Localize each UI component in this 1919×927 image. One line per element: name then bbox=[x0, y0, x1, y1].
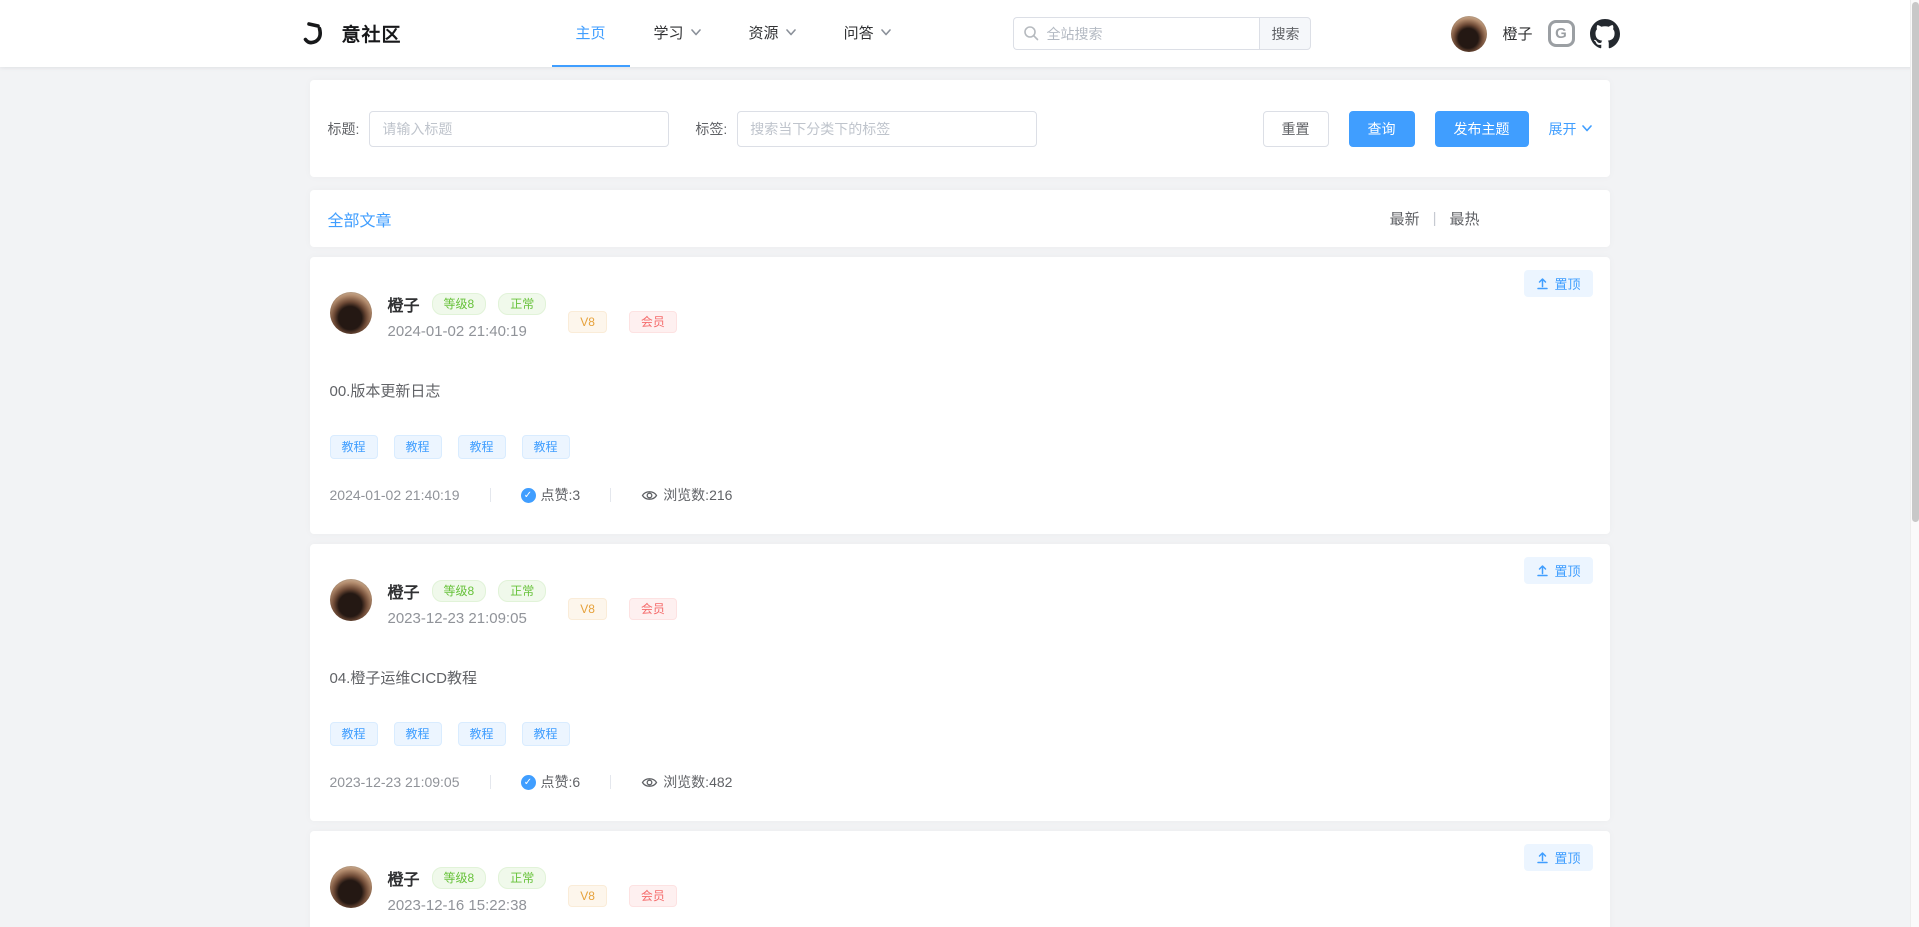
eye-icon bbox=[641, 776, 658, 789]
status-badge: 正常 bbox=[498, 867, 546, 889]
vip-badge: V8 bbox=[568, 885, 607, 907]
post-avatar[interactable] bbox=[330, 292, 372, 334]
filter-bar: 标题: 标签: 重置 查询 发布主题 展开 bbox=[310, 80, 1610, 177]
tag-filter-input[interactable] bbox=[737, 111, 1037, 147]
tag[interactable]: 教程 bbox=[522, 435, 570, 459]
pin-button[interactable]: 置顶 bbox=[1524, 557, 1592, 584]
sort-newest[interactable]: 最新 bbox=[1390, 208, 1420, 229]
vip-badge: V8 bbox=[568, 311, 607, 333]
user-name[interactable]: 橙子 bbox=[1502, 23, 1532, 44]
user-avatar[interactable] bbox=[1451, 16, 1487, 52]
footer-date: 2024-01-02 21:40:19 bbox=[330, 487, 460, 503]
post-datetime: 2024-01-02 21:40:19 bbox=[388, 323, 547, 340]
eye-icon bbox=[641, 489, 658, 502]
post-card: 置顶 橙子 等级8 正常 2024-01-02 21:40:19 V8 会员 0… bbox=[310, 257, 1610, 534]
pin-up-icon bbox=[1536, 851, 1549, 864]
views-stat: 浏览数:482 bbox=[641, 772, 732, 792]
title-filter-label: 标题: bbox=[328, 119, 360, 139]
chevron-down-icon bbox=[786, 29, 796, 36]
top-navbar: 意社区 主页 学习 资源 问答 bbox=[0, 0, 1919, 67]
gitee-icon[interactable]: G bbox=[1548, 20, 1575, 47]
brand-name: 意社区 bbox=[342, 20, 402, 47]
nav-item-qa[interactable]: 问答 bbox=[820, 0, 915, 67]
brand-logo-icon bbox=[300, 19, 330, 49]
post-author[interactable]: 橙子 bbox=[388, 292, 420, 316]
publish-topic-button[interactable]: 发布主题 bbox=[1435, 111, 1529, 147]
level-badge: 等级8 bbox=[432, 867, 487, 889]
level-badge: 等级8 bbox=[432, 293, 487, 315]
member-badge: 会员 bbox=[629, 311, 677, 333]
footer-divider bbox=[490, 488, 491, 502]
github-icon[interactable] bbox=[1590, 19, 1620, 49]
list-header: 全部文章 最新 | 最热 bbox=[310, 190, 1610, 247]
chevron-down-icon bbox=[691, 29, 701, 36]
sort-hottest[interactable]: 最热 bbox=[1449, 208, 1479, 229]
nav-item-learn[interactable]: 学习 bbox=[630, 0, 725, 67]
post-author[interactable]: 橙子 bbox=[388, 866, 420, 890]
post-avatar[interactable] bbox=[330, 579, 372, 621]
like-check-icon: ✓ bbox=[521, 488, 536, 503]
post-avatar[interactable] bbox=[330, 866, 372, 908]
post-tags: 教程 教程 教程 教程 bbox=[330, 722, 1590, 746]
tag[interactable]: 教程 bbox=[394, 722, 442, 746]
main-content: 标题: 标签: 重置 查询 发布主题 展开 全部文章 最新 | 最热 bbox=[310, 67, 1610, 927]
footer-divider bbox=[610, 488, 611, 502]
main-nav: 主页 学习 资源 问答 bbox=[552, 0, 915, 67]
level-badge: 等级8 bbox=[432, 580, 487, 602]
post-title[interactable]: 04.橙子运维CICD教程 bbox=[330, 667, 1590, 688]
views-stat: 浏览数:216 bbox=[641, 485, 732, 505]
expand-toggle[interactable]: 展开 bbox=[1549, 119, 1592, 139]
query-button[interactable]: 查询 bbox=[1349, 111, 1415, 147]
reset-button[interactable]: 重置 bbox=[1263, 111, 1329, 147]
tag-filter-label: 标签: bbox=[695, 119, 727, 139]
footer-date: 2023-12-23 21:09:05 bbox=[330, 774, 460, 790]
footer-divider bbox=[490, 775, 491, 789]
title-filter-input[interactable] bbox=[369, 111, 669, 147]
post-footer: 2023-12-23 21:09:05 ✓ 点赞:6 浏览数:482 bbox=[330, 772, 1590, 792]
tag[interactable]: 教程 bbox=[330, 722, 378, 746]
post-title[interactable]: 00.版本更新日志 bbox=[330, 380, 1590, 401]
sort-divider: | bbox=[1433, 210, 1437, 227]
nav-item-resources[interactable]: 资源 bbox=[725, 0, 820, 67]
likes-stat: ✓ 点赞:6 bbox=[521, 772, 581, 792]
pin-up-icon bbox=[1536, 277, 1549, 290]
brand[interactable]: 意社区 bbox=[300, 19, 402, 49]
status-badge: 正常 bbox=[498, 293, 546, 315]
pin-up-icon bbox=[1536, 564, 1549, 577]
likes-stat: ✓ 点赞:3 bbox=[521, 485, 581, 505]
sort-controls: 最新 | 最热 bbox=[1390, 208, 1480, 229]
tag[interactable]: 教程 bbox=[458, 722, 506, 746]
member-badge: 会员 bbox=[629, 885, 677, 907]
search-input[interactable] bbox=[1013, 17, 1259, 50]
post-author[interactable]: 橙子 bbox=[388, 579, 420, 603]
post-footer: 2024-01-02 21:40:19 ✓ 点赞:3 浏览数:216 bbox=[330, 485, 1590, 505]
user-area: 橙子 G bbox=[1451, 16, 1619, 52]
chevron-down-icon bbox=[1582, 125, 1592, 132]
tag[interactable]: 教程 bbox=[522, 722, 570, 746]
pin-button[interactable]: 置顶 bbox=[1524, 844, 1592, 871]
tag[interactable]: 教程 bbox=[458, 435, 506, 459]
search-button[interactable]: 搜索 bbox=[1259, 17, 1311, 50]
post-tags: 教程 教程 教程 教程 bbox=[330, 435, 1590, 459]
member-badge: 会员 bbox=[629, 598, 677, 620]
pin-button[interactable]: 置顶 bbox=[1524, 270, 1592, 297]
post-card: 置顶 橙子 等级8 正常 2023-12-23 21:09:05 V8 会员 0… bbox=[310, 544, 1610, 821]
search-icon bbox=[1023, 25, 1039, 41]
chevron-down-icon bbox=[881, 29, 891, 36]
status-badge: 正常 bbox=[498, 580, 546, 602]
all-articles-link[interactable]: 全部文章 bbox=[328, 207, 392, 231]
site-search: 搜索 bbox=[1013, 17, 1311, 50]
post-datetime: 2023-12-23 21:09:05 bbox=[388, 610, 547, 627]
post-card: 置顶 橙子 等级8 正常 2023-12-16 15:22:38 V8 会员 bbox=[310, 831, 1610, 927]
nav-item-home[interactable]: 主页 bbox=[552, 0, 630, 67]
post-datetime: 2023-12-16 15:22:38 bbox=[388, 897, 547, 914]
scrollbar-thumb[interactable] bbox=[1912, 2, 1919, 522]
vip-badge: V8 bbox=[568, 598, 607, 620]
like-check-icon: ✓ bbox=[521, 775, 536, 790]
tag[interactable]: 教程 bbox=[330, 435, 378, 459]
footer-divider bbox=[610, 775, 611, 789]
tag[interactable]: 教程 bbox=[394, 435, 442, 459]
scrollbar-track[interactable] bbox=[1910, 0, 1919, 927]
